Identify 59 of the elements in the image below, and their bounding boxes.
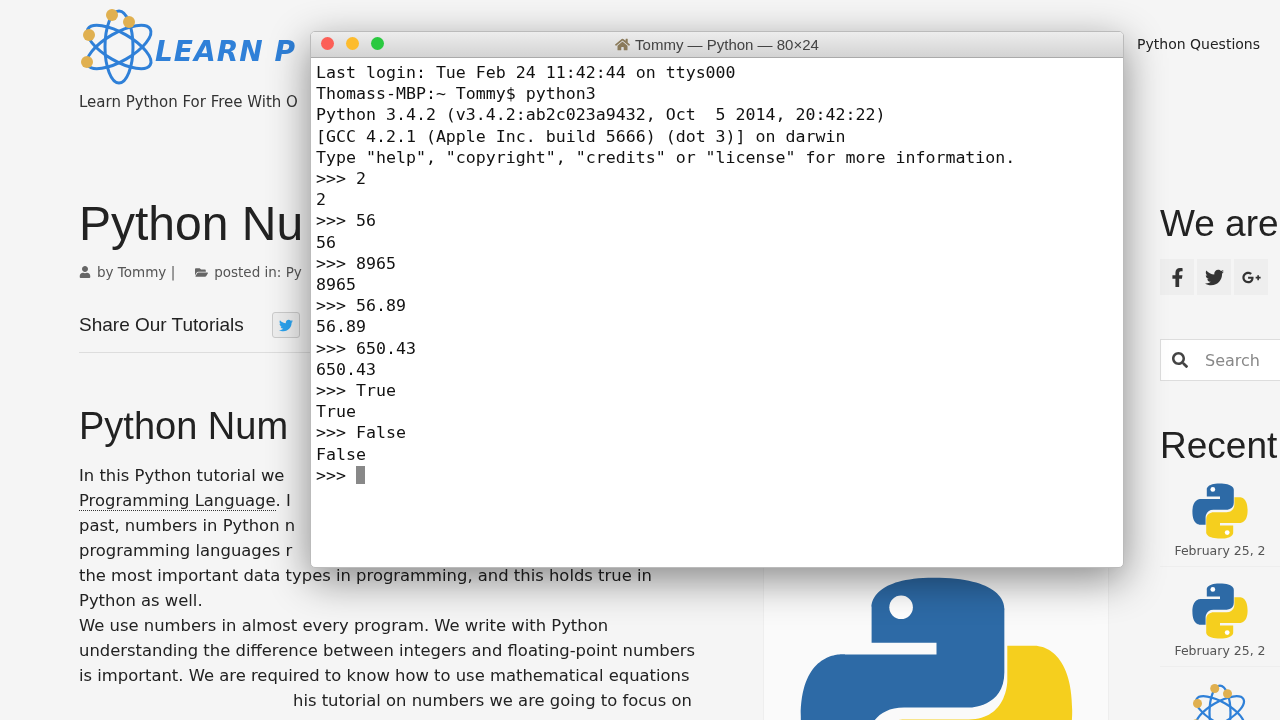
terminal-line: Last login: Tue Feb 24 11:42:44 on ttys000 (316, 62, 737, 84)
terminal-line: False (316, 443, 367, 465)
text-link[interactable]: Programming Language (79, 490, 276, 511)
cursor (356, 465, 365, 484)
page-title: Python Nu (79, 196, 304, 252)
category-text: posted in: Py (214, 264, 302, 280)
zoom-button[interactable] (371, 37, 384, 50)
terminal-line: True (316, 401, 357, 423)
body-text: programming languages r (79, 540, 293, 561)
bird-icon (1204, 267, 1224, 287)
terminal-line: >>> 56 (316, 210, 377, 232)
body-text: past, numbers in Python n (79, 515, 296, 536)
home-icon (615, 37, 631, 52)
post-date: February 25, 2 (1174, 643, 1266, 658)
tagline: Learn Python For Free With O (79, 93, 298, 111)
body-text: is important. We are required to know how to use mathematical equations (79, 665, 690, 686)
terminal-line: Type "help", "copyright", "credits" or "license" for more information. (316, 146, 1017, 168)
terminal-line: 2 (316, 189, 327, 211)
search-icon (1172, 352, 1188, 368)
share-label: Share Our Tutorials (79, 314, 244, 336)
body-text: . I (275, 490, 291, 510)
body-text: In this Python tutorial we (79, 465, 285, 486)
social-button[interactable] (1160, 259, 1194, 295)
terminal-line: >>> 56.89 (316, 295, 407, 317)
terminal-line: Python 3.4.2 (v3.4.2:ab2c023a9432, Oct 5 2014, 20:42:22) (316, 104, 887, 126)
social-button[interactable] (1197, 259, 1231, 295)
close-button[interactable] (321, 37, 334, 50)
section-heading: Python Num (79, 404, 289, 449)
body-text: Python as well. (79, 590, 203, 611)
sidebar-heading: We are (1160, 203, 1280, 245)
sidebar-heading: Recent (1160, 425, 1279, 467)
terminal-line: 56 (316, 231, 337, 253)
terminal-line: Thomass-MBP:~ Tommy$ python3 (316, 83, 597, 105)
terminal-line: 650.43 (316, 358, 377, 381)
post-date: February 25, 2 (1174, 543, 1266, 558)
author-text: by Tommy | (97, 264, 176, 280)
terminal-line: 8965 (316, 274, 357, 296)
terminal-line: >>> (316, 464, 1118, 487)
social-button[interactable] (1234, 259, 1268, 295)
folder-icon (195, 265, 209, 279)
tweet-button[interactable] (271, 312, 300, 338)
terminal-line: [GCC 4.2.1 (Apple Inc. build 5666) (dot 3)] on darwin (316, 125, 847, 147)
window-title: Tommy — Python — 80×24 (635, 36, 819, 53)
search-field[interactable]: Search (1160, 339, 1280, 381)
body-text: his tutorial on numbers we are going to focus on (292, 690, 692, 711)
terminal-line: >>> 8965 (316, 252, 397, 275)
nav-link[interactable]: Python Questions (1137, 36, 1260, 54)
terminal-line: >>> False (316, 422, 407, 444)
body-text: We use numbers in almost every program. We write with Python (79, 615, 609, 636)
body-text: understanding the difference between integers and floating-point numbers (79, 640, 696, 661)
body-text: the most important data types in programming, and this holds true in (79, 565, 652, 586)
logo-icon (1190, 481, 1250, 541)
logo-icon (1190, 581, 1250, 641)
user-icon (79, 266, 91, 278)
terminal-line: >>> 2 (316, 168, 367, 190)
terminal-line: 56.89 (316, 316, 367, 338)
terminal-line: >>> True (316, 380, 397, 402)
logo-text: LEARN P (155, 34, 296, 68)
terminal-line: >>> 650.43 (316, 337, 417, 359)
